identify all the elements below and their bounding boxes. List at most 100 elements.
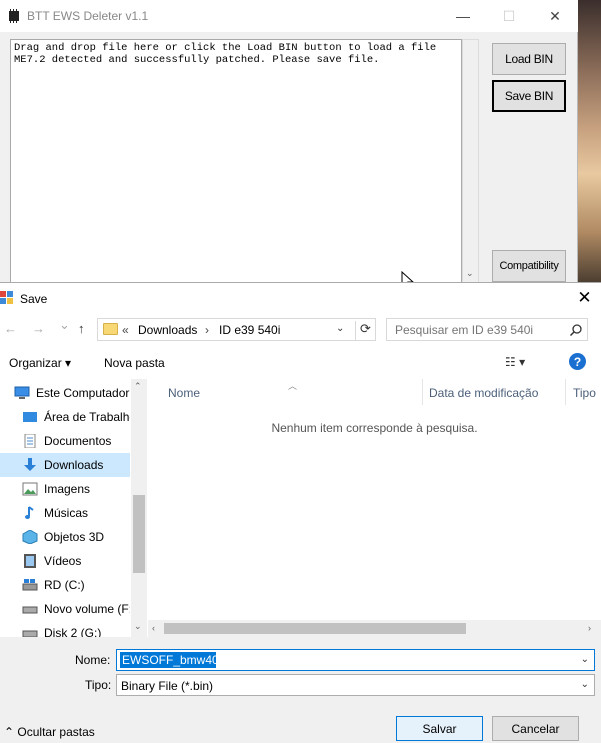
column-header-date-modified[interactable]: Data de modificação — [429, 386, 538, 400]
sort-ascending-icon: ︿ — [288, 381, 298, 391]
music-icon — [25, 506, 34, 519]
scroll-left-icon[interactable]: ‹ — [152, 623, 155, 633]
dialog-toolbar: Organizar ▾ Nova pasta ☷ ▾ ? — [0, 349, 601, 377]
help-icon[interactable]: ? — [569, 353, 586, 370]
nav-item-3d-objects[interactable]: Objetos 3D — [0, 525, 130, 549]
search-input[interactable] — [387, 319, 567, 340]
save-form: Nome: ⌄ Tipo: Binary File (*.bin) ⌄ ⌃ Oc… — [0, 637, 601, 743]
nav-item-label: RD (C:) — [44, 578, 85, 592]
scroll-up-icon[interactable]: ⌃ — [134, 381, 142, 392]
file-list-horizontal-scrollbar[interactable]: ‹ › — [148, 620, 601, 637]
nav-item-label: Disk 2 (G:) — [44, 626, 102, 637]
nav-item-pictures[interactable]: Imagens — [0, 477, 130, 501]
nav-item-documents[interactable]: Documentos — [0, 429, 130, 453]
nav-item-desktop[interactable]: Área de Trabalho — [0, 405, 130, 429]
maximize-button[interactable]: ☐ — [486, 0, 532, 32]
save-dialog-icon — [0, 291, 13, 304]
load-bin-button[interactable]: Load BIN — [492, 43, 566, 75]
save-button[interactable]: Salvar — [396, 716, 483, 741]
save-dialog: Save ✕ ← → ⌄ ↑ « Downloads › ID e39 540i… — [0, 282, 601, 743]
chevron-up-icon: ⌃ — [4, 725, 15, 739]
drive-icon — [22, 630, 38, 637]
drive-icon — [22, 579, 38, 591]
up-folder-arrow-icon[interactable]: ↑ — [78, 321, 85, 336]
breadcrumb-current-folder[interactable]: ID e39 540i — [219, 323, 280, 337]
close-button[interactable]: ✕ — [532, 0, 578, 32]
nav-item-label: Imagens — [44, 482, 91, 496]
breadcrumb-overflow[interactable]: « — [122, 323, 129, 337]
nav-item-videos[interactable]: Vídeos — [0, 549, 130, 573]
folder-icon — [103, 323, 118, 335]
desktop-icon — [23, 412, 37, 422]
forward-arrow-icon[interactable]: → — [32, 321, 45, 336]
scroll-thumb[interactable] — [164, 623, 466, 634]
log-line: ME7.2 detected and successfully patched.… — [14, 54, 380, 66]
nav-item-label: Novo volume (F: — [44, 602, 130, 616]
minimize-button[interactable]: — — [440, 0, 486, 32]
breadcrumb-downloads[interactable]: Downloads — [138, 323, 197, 337]
breadcrumb-separator-icon[interactable]: › — [205, 323, 209, 337]
column-header-type[interactable]: Tipo — [573, 386, 596, 400]
nav-item-label: Documentos — [44, 434, 112, 448]
scroll-down-icon[interactable]: ⌄ — [466, 268, 474, 279]
nav-item-drive-g[interactable]: Disk 2 (G:) — [0, 621, 130, 637]
nav-item-label: Este Computador — [36, 386, 130, 400]
dialog-close-button[interactable]: ✕ — [568, 283, 601, 312]
filetype-select[interactable]: Binary File (*.bin) ⌄ — [116, 674, 595, 696]
filename-input[interactable] — [120, 652, 216, 668]
log-line: Drag and drop file here or click the Loa… — [14, 42, 437, 54]
documents-icon — [24, 434, 36, 448]
pictures-icon — [22, 482, 38, 496]
cancel-button[interactable]: Cancelar — [492, 716, 579, 741]
nav-item-music[interactable]: Músicas — [0, 501, 130, 525]
app-title-bar[interactable]: BTT EWS Deleter v1.1 — ☐ ✕ — [0, 0, 578, 32]
organize-button[interactable]: Organizar ▾ — [9, 356, 71, 370]
log-scrollbar[interactable]: ⌄ — [462, 39, 479, 284]
objects-3d-icon — [22, 530, 38, 544]
nav-item-drive-c[interactable]: RD (C:) — [0, 573, 130, 597]
app-title: BTT EWS Deleter v1.1 — [27, 9, 149, 23]
scroll-down-icon[interactable]: ⌄ — [134, 621, 142, 632]
search-icon[interactable] — [569, 323, 583, 337]
computer-icon — [14, 386, 30, 399]
filename-combobox[interactable]: ⌄ — [116, 649, 595, 671]
navigation-bar: ← → ⌄ ↑ « Downloads › ID e39 540i ⌄ ⟳ — [0, 315, 601, 343]
nav-item-label: Objetos 3D — [44, 530, 105, 544]
refresh-icon[interactable]: ⟳ — [355, 321, 371, 340]
search-box[interactable] — [386, 318, 588, 341]
dialog-title-bar[interactable]: Save ✕ — [0, 283, 601, 312]
back-arrow-icon[interactable]: ← — [4, 321, 17, 336]
nav-pane-scrollbar[interactable]: ⌃ ⌄ — [131, 379, 147, 637]
hide-folders-label: Ocultar pastas — [17, 725, 95, 739]
filetype-label: Tipo: — [85, 678, 112, 692]
column-divider[interactable] — [422, 379, 423, 405]
chevron-down-icon[interactable]: ⌄ — [581, 654, 589, 665]
address-dropdown-icon[interactable]: ⌄ — [336, 323, 344, 334]
dialog-title: Save — [20, 292, 48, 306]
address-bar[interactable]: « Downloads › ID e39 540i ⌄ ⟳ — [97, 318, 376, 341]
log-textbox[interactable]: Drag and drop file here or click the Loa… — [10, 39, 462, 284]
new-folder-button[interactable]: Nova pasta — [104, 356, 165, 370]
scroll-right-icon[interactable]: › — [588, 623, 591, 633]
nav-item-drive-f[interactable]: Novo volume (F: — [0, 597, 130, 621]
desktop-wallpaper — [578, 0, 601, 290]
nav-item-label: Downloads — [44, 458, 104, 472]
chevron-down-icon[interactable]: ⌄ — [581, 679, 589, 690]
nav-item-this-pc[interactable]: Este Computador — [0, 381, 130, 405]
hide-folders-toggle[interactable]: ⌃ Ocultar pastas — [4, 725, 95, 739]
filetype-value: Binary File (*.bin) — [121, 679, 214, 693]
compatibility-button[interactable]: Compatibility — [492, 250, 566, 282]
view-options-icon[interactable]: ☷ ▾ — [505, 355, 525, 369]
filename-label: Nome: — [75, 653, 111, 667]
recent-locations-dropdown-icon[interactable]: ⌄ — [59, 317, 70, 333]
save-bin-button[interactable]: Save BIN — [492, 80, 566, 112]
nav-item-label: Músicas — [44, 506, 89, 520]
navigation-pane: Este Computador Área de Trabalho Documen… — [0, 379, 147, 637]
nav-item-downloads[interactable]: Downloads — [0, 453, 130, 477]
column-divider[interactable] — [565, 379, 566, 405]
nav-item-label: Área de Trabalho — [44, 410, 130, 424]
column-header-name[interactable]: Nome — [168, 386, 200, 400]
scroll-thumb[interactable] — [133, 495, 145, 573]
drive-icon — [22, 606, 38, 614]
nav-item-label: Vídeos — [44, 554, 82, 568]
